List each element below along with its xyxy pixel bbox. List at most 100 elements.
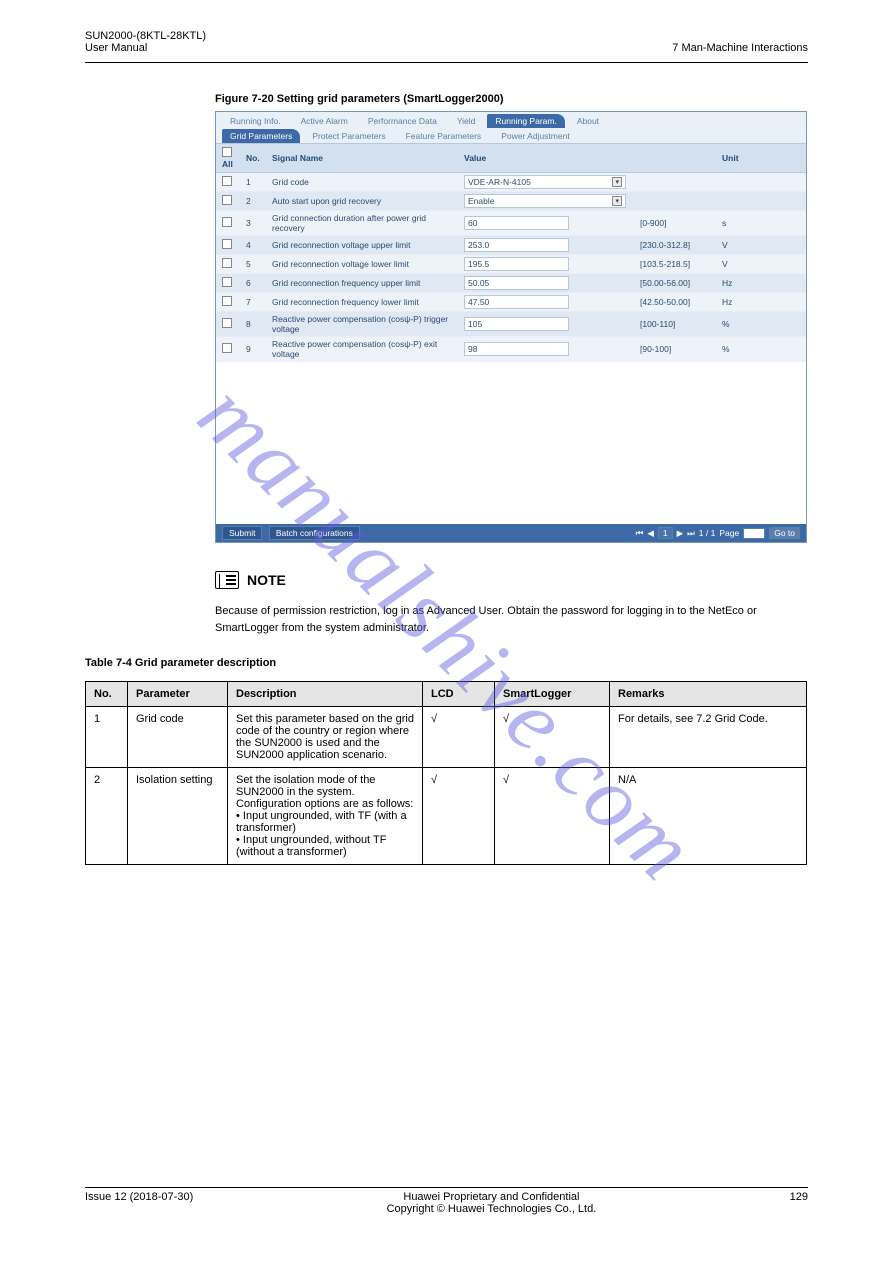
value-input[interactable]: 60 — [464, 216, 569, 230]
table-row: 5Grid reconnection voltage lower limit 19… — [216, 255, 806, 274]
row-checkbox[interactable] — [222, 258, 232, 268]
cell-smart: √ — [495, 768, 610, 865]
value-input[interactable]: 50.05 — [464, 276, 569, 290]
footer-rule — [85, 1187, 808, 1188]
cell-lcd: √ — [423, 707, 495, 768]
tab-protect-parameters[interactable]: Protect Parameters — [304, 129, 393, 143]
tab-power-adjustment[interactable]: Power Adjustment — [493, 129, 578, 143]
value-select[interactable]: Enable▾ — [464, 194, 626, 208]
note-icon — [215, 571, 239, 589]
cell-value: 60 — [458, 211, 634, 236]
chevron-down-icon: ▾ — [612, 177, 622, 187]
tab-grid-parameters[interactable]: Grid Parameters — [222, 129, 300, 143]
col-signal: Signal Name — [266, 144, 458, 173]
app-panel: Running Info. Active Alarm Performance D… — [215, 111, 807, 543]
cell-no: 8 — [240, 312, 266, 337]
value-input[interactable]: 47.50 — [464, 295, 569, 309]
row-checkbox[interactable] — [222, 217, 232, 227]
cell-unit: Hz — [716, 293, 806, 312]
table-row: 2Auto start upon grid recoveryEnable▾ — [216, 192, 806, 211]
value-input[interactable]: 98 — [464, 342, 569, 356]
footer-copyright: Copyright © Huawei Technologies Co., Ltd… — [387, 1203, 597, 1215]
row-checkbox[interactable] — [222, 318, 232, 328]
col-no: No. — [240, 144, 266, 173]
cell-value: 105 — [458, 312, 634, 337]
value-input[interactable]: 195.5 — [464, 257, 569, 271]
cell-unit: s — [716, 211, 806, 236]
cell-no: 5 — [240, 255, 266, 274]
doc-subtitle: User Manual — [85, 42, 206, 54]
row-checkbox[interactable] — [222, 296, 232, 306]
doc-table-caption: Table 7-4 Grid parameter description — [85, 657, 893, 669]
doc-table: No. Parameter Description LCD SmartLogge… — [85, 681, 807, 865]
cell-no: 2 — [240, 192, 266, 211]
footer-issue: Issue 12 (2018-07-30) — [85, 1191, 193, 1215]
cell-range: [90-100] — [634, 337, 716, 362]
checkbox-all[interactable] — [222, 147, 232, 157]
top-tabs: Running Info. Active Alarm Performance D… — [216, 112, 806, 128]
go-button[interactable]: Go to — [769, 527, 800, 539]
row-checkbox[interactable] — [222, 176, 232, 186]
cell-remarks: For details, see 7.2 Grid Code. — [610, 707, 807, 768]
cell-unit — [716, 173, 806, 192]
sub-tabs: Grid Parameters Protect Parameters Featu… — [216, 128, 806, 144]
page-input[interactable] — [743, 528, 765, 539]
cell-remarks: N/A — [610, 768, 807, 865]
cell-smart: √ — [495, 707, 610, 768]
row-checkbox[interactable] — [222, 239, 232, 249]
col-description: Description — [228, 682, 423, 707]
footer-page-number: 129 — [790, 1191, 808, 1215]
tab-yield[interactable]: Yield — [449, 114, 484, 128]
table-row: 7Grid reconnection frequency lower limit… — [216, 293, 806, 312]
cell-value: 47.50 — [458, 293, 634, 312]
cell-signal-name: Grid reconnection voltage lower limit — [266, 255, 458, 274]
pager-prev-icon[interactable]: ◀ — [647, 528, 654, 539]
pager-last-icon[interactable]: ⏭ — [687, 528, 695, 539]
row-checkbox[interactable] — [222, 277, 232, 287]
pager: ⏮ ◀ 1 ▶ ⏭ 1 / 1 Page Go to — [636, 527, 800, 539]
cell-param: Isolation setting — [128, 768, 228, 865]
doc-title-block: SUN2000-(8KTL-28KTL) User Manual — [85, 30, 206, 54]
cell-desc: Set the isolation mode of the SUN2000 in… — [228, 768, 423, 865]
pager-first-icon[interactable]: ⏮ — [636, 528, 644, 539]
cell-unit: % — [716, 337, 806, 362]
batch-config-button[interactable]: Batch configurations — [269, 526, 360, 540]
cell-no: 1 — [240, 173, 266, 192]
value-select[interactable]: VDE-AR-N-4105▾ — [464, 175, 626, 189]
footer-center: Huawei Proprietary and Confidential Copy… — [387, 1191, 597, 1215]
value-input[interactable]: 253.0 — [464, 238, 569, 252]
tab-about[interactable]: About — [569, 114, 607, 128]
note-label: NOTE — [247, 572, 286, 588]
tab-active-alarm[interactable]: Active Alarm — [293, 114, 356, 128]
tab-performance-data[interactable]: Performance Data — [360, 114, 445, 128]
cell-value: 253.0 — [458, 236, 634, 255]
value-input[interactable]: 105 — [464, 317, 569, 331]
chevron-down-icon: ▾ — [612, 196, 622, 206]
app-footer: Submit Batch configurations ⏮ ◀ 1 ▶ ⏭ 1 … — [216, 524, 806, 542]
col-all[interactable]: All — [216, 144, 240, 173]
table-header-row: All No. Signal Name Value Unit — [216, 144, 806, 173]
cell-value: Enable▾ — [458, 192, 716, 211]
submit-button[interactable]: Submit — [222, 526, 262, 540]
cell-value: VDE-AR-N-4105▾ — [458, 173, 716, 192]
cell-no: 1 — [86, 707, 128, 768]
tab-running-info[interactable]: Running Info. — [222, 114, 289, 128]
cell-no: 4 — [240, 236, 266, 255]
table-row: 6Grid reconnection frequency upper limit… — [216, 274, 806, 293]
col-remarks: Remarks — [610, 682, 807, 707]
table-empty-area — [216, 362, 806, 524]
row-checkbox[interactable] — [222, 195, 232, 205]
col-no: No. — [86, 682, 128, 707]
param-table: All No. Signal Name Value Unit 1Grid cod… — [216, 144, 806, 362]
table-header-row: No. Parameter Description LCD SmartLogge… — [86, 682, 807, 707]
tab-running-param[interactable]: Running Param. — [487, 114, 564, 128]
cell-range: [103.5-218.5] — [634, 255, 716, 274]
cell-no: 3 — [240, 211, 266, 236]
cell-unit — [716, 192, 806, 211]
cell-range: [0-900] — [634, 211, 716, 236]
pager-next-icon[interactable]: ▶ — [677, 528, 684, 539]
tab-feature-parameters[interactable]: Feature Parameters — [398, 129, 490, 143]
row-checkbox[interactable] — [222, 343, 232, 353]
cell-value: 50.05 — [458, 274, 634, 293]
cell-no: 6 — [240, 274, 266, 293]
